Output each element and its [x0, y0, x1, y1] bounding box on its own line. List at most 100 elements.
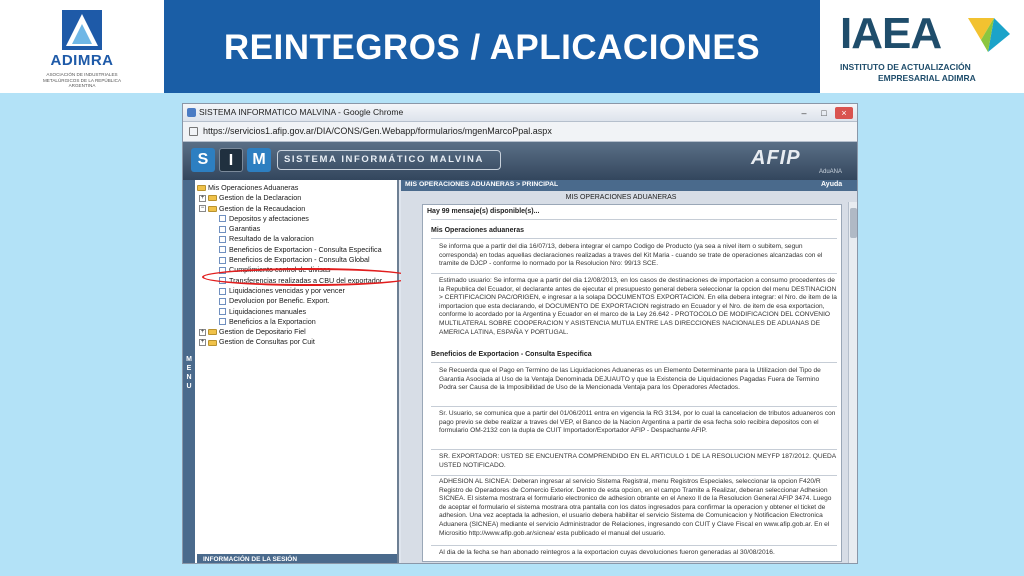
afip-subtitle: AduANA	[819, 169, 843, 175]
document-icon	[219, 308, 226, 316]
divider	[431, 449, 837, 450]
expand-icon[interactable]: +	[199, 328, 206, 336]
maximize-button[interactable]: □	[815, 107, 833, 119]
document-icon	[219, 287, 226, 295]
adimra-name: ADIMRA	[50, 52, 114, 69]
tree-item-depositos[interactable]: Depositos y afectaciones	[197, 214, 397, 224]
messages-box: Hay 99 mensaje(s) disponible(s)... Mis O…	[422, 204, 842, 562]
message-count: Hay 99 mensaje(s) disponible(s)...	[427, 208, 540, 215]
divider	[431, 475, 837, 476]
scroll-thumb[interactable]	[850, 208, 857, 238]
tree-item-label: Mis Operaciones Aduaneras	[208, 183, 299, 192]
help-link[interactable]: Ayuda	[821, 181, 842, 188]
folder-icon	[208, 195, 217, 202]
address-bar[interactable]: https://servicios1.afip.gov.ar/DIA/CONS/…	[183, 122, 857, 142]
highlight-annotation	[202, 268, 414, 286]
tree-item-label: Gestion de Consultas por Cuit	[219, 337, 315, 347]
slide-header: ADIMRA ASOCIACIÓN DE INDUSTRIALES METALÚ…	[0, 0, 1024, 93]
tree-item-beneficios-global[interactable]: Beneficios de Exportacion - Consulta Glo…	[197, 255, 397, 265]
tree-item-resultado-valoracion[interactable]: Resultado de la valoracion	[197, 234, 397, 244]
tree-item-gestion-declaracion[interactable]: + Gestion de la Declaracion	[197, 193, 397, 203]
document-icon	[219, 236, 226, 244]
iaea-triangle-icon	[968, 18, 1010, 52]
message-paragraph: Al dia de la fecha se han abonado reinte…	[439, 549, 775, 556]
content-topbar: MIS OPERACIONES ADUANERAS > PRINCIPAL Ay…	[401, 180, 857, 191]
tree-item-garantias[interactable]: Garantias	[197, 224, 397, 234]
folder-icon	[197, 185, 206, 192]
tree-item-label: Depositos y afectaciones	[229, 213, 309, 223]
tree-item-liquidaciones-manuales[interactable]: Liquidaciones manuales	[197, 307, 397, 317]
section-heading: Beneficios de Exportacion - Consulta Esp…	[431, 351, 592, 358]
menu-strip[interactable]: MENU	[183, 180, 195, 563]
adimra-logo: ADIMRA ASOCIACIÓN DE INDUSTRIALES METALÚ…	[0, 0, 164, 93]
divider	[431, 238, 837, 239]
folder-icon	[208, 339, 217, 346]
message-paragraph: Se informa que a partir del dia 16/07/13…	[439, 243, 823, 268]
close-button[interactable]: ×	[835, 107, 853, 119]
tree-item-label: Gestion de la Recaudacion	[219, 203, 306, 213]
divider	[431, 362, 837, 363]
minimize-button[interactable]: –	[795, 107, 813, 119]
document-icon	[219, 215, 226, 223]
tree-item-label: Resultado de la valoracion	[229, 234, 314, 244]
document-icon	[219, 246, 226, 254]
sim-app-name: SISTEMA INFORMÁTICO MALVINA	[277, 150, 501, 170]
document-icon	[219, 225, 226, 233]
window-titlebar[interactable]: SISTEMA INFORMATICO MALVINA - Google Chr…	[183, 104, 857, 122]
message-paragraph: Estimado usuario: Se informa que a parti…	[439, 277, 837, 336]
message-paragraph: Sr. Usuario, se comunica que a partir de…	[439, 410, 836, 435]
tree-item-label: Beneficios de Exportacion - Consulta Esp…	[229, 244, 382, 254]
section-heading: Mis Operaciones aduaneras	[431, 227, 524, 234]
tree-item-label: Beneficios a la Exportacion	[229, 316, 316, 326]
iaea-name: IAEA	[840, 9, 942, 58]
tree-item-depositario-fiel[interactable]: + Gestion de Depositario Fiel	[197, 327, 397, 337]
expand-icon[interactable]: +	[199, 194, 206, 202]
title-bar: REINTEGROS / APLICACIONES	[164, 0, 820, 93]
collapse-icon[interactable]: −	[199, 205, 206, 213]
navigation-tree-pane: MENU Mis Operaciones Aduaneras + Gestion …	[183, 180, 399, 563]
folder-icon	[208, 329, 217, 336]
tree-item-label: Beneficios de Exportacion - Consulta Glo…	[229, 255, 370, 265]
divider	[431, 545, 837, 546]
menu-label: MENU	[186, 356, 192, 390]
document-icon	[219, 318, 226, 326]
adimra-subtitle: ASOCIACIÓN DE INDUSTRIALES METALÚRGICOS …	[42, 72, 122, 88]
divider	[431, 273, 837, 274]
tree-item-consultas-cuit[interactable]: + Gestion de Consultas por Cuit	[197, 337, 397, 347]
folder-open-icon	[208, 205, 217, 212]
tree-item-mis-operaciones[interactable]: Mis Operaciones Aduaneras	[197, 183, 397, 193]
iaea-subtitle-2: EMPRESARIAL ADIMRA	[878, 73, 976, 83]
url-text[interactable]: https://servicios1.afip.gov.ar/DIA/CONS/…	[203, 126, 552, 136]
message-paragraph: ADHESION AL SICNEA: Deberan ingresar al …	[439, 478, 832, 537]
tree-item-label: Devolucion por Benefic. Export.	[229, 296, 330, 306]
tree-item-label: Gestion de la Declaracion	[219, 193, 302, 203]
tree-item-liquidaciones-vencidas[interactable]: Liquidaciones vencidas y por vencer	[197, 286, 397, 296]
tree-item-label: Liquidaciones vencidas y por vencer	[229, 285, 345, 295]
navigation-tree: Mis Operaciones Aduaneras + Gestion de la…	[197, 183, 397, 348]
tree-item-label: Garantias	[229, 224, 261, 234]
content-pane: MIS OPERACIONES ADUANERAS > PRINCIPAL Ay…	[401, 180, 857, 563]
document-icon	[219, 297, 226, 305]
browser-window: SISTEMA INFORMATICO MALVINA - Google Chr…	[182, 103, 858, 564]
tree-item-beneficios-especifica[interactable]: Beneficios de Exportacion - Consulta Esp…	[197, 245, 397, 255]
content-scrollbar[interactable]	[848, 202, 857, 563]
document-icon	[219, 256, 226, 264]
tree-item-gestion-recaudacion[interactable]: − Gestion de la Recaudacion	[197, 204, 397, 214]
expand-icon[interactable]: +	[199, 339, 206, 347]
lock-icon	[189, 127, 198, 136]
slide-title: REINTEGROS / APLICACIONES	[223, 28, 761, 67]
iaea-subtitle-1: INSTITUTO DE ACTUALIZACIÓN	[840, 62, 971, 72]
window-title: SISTEMA INFORMATICO MALVINA - Google Chr…	[199, 107, 404, 117]
divider	[431, 406, 837, 407]
message-paragraph: Se Recuerda que el Pago en Termino de la…	[439, 367, 821, 392]
tree-item-beneficios-exportacion[interactable]: Beneficios a la Exportacion	[197, 317, 397, 327]
session-info-footer[interactable]: INFORMACIÓN DE LA SESIÓN	[197, 554, 397, 563]
adimra-diamond-icon	[62, 10, 102, 50]
tree-item-devolucion-benefic[interactable]: Devolucion por Benefic. Export.	[197, 296, 397, 306]
sim-letter-s: S	[191, 148, 215, 172]
breadcrumb: MIS OPERACIONES ADUANERAS > PRINCIPAL	[405, 181, 559, 188]
tree-item-label: Liquidaciones manuales	[229, 306, 307, 316]
sim-letter-m: M	[247, 148, 271, 172]
favicon-icon	[187, 108, 196, 117]
afip-logo: AFIP	[751, 147, 801, 169]
